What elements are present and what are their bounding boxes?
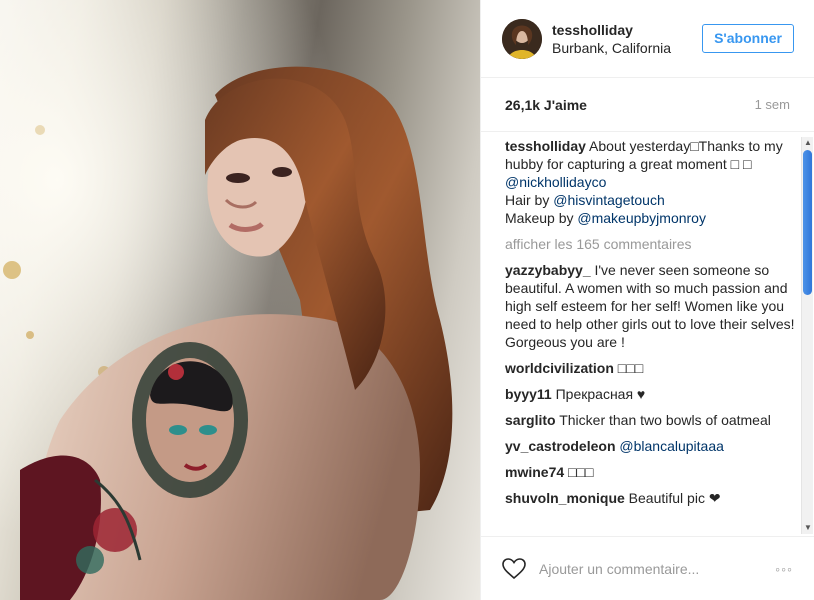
caption-makeup-label: Makeup by [505, 210, 578, 226]
comment-mention-link[interactable]: @blancalupitaaa [619, 438, 724, 454]
follow-button[interactable]: S'abonner [702, 24, 794, 53]
scroll-down-arrow-icon[interactable]: ▼ [803, 522, 813, 534]
comment-item: sarglito Thicker than two bowls of oatme… [505, 411, 795, 429]
instagram-post: tessholliday Burbank, California S'abonn… [0, 0, 814, 600]
post-header: tessholliday Burbank, California S'abonn… [481, 0, 814, 78]
comment-item: yazzybabyy_ I've never seen someone so b… [505, 261, 795, 351]
comment-author[interactable]: sarglito [505, 412, 556, 428]
caption-mention-link[interactable]: @makeupbyjmonroy [577, 210, 706, 226]
post-timestamp[interactable]: 1 sem [755, 97, 790, 112]
add-comment-input[interactable]: Ajouter un commentaire... [539, 561, 775, 577]
comment-item: mwine74 □□□ [505, 463, 795, 481]
more-options-icon[interactable]: ◦◦◦ [775, 561, 793, 577]
scroll-up-arrow-icon[interactable]: ▲ [803, 137, 813, 149]
comment-author[interactable]: shuvoln_monique [505, 490, 625, 506]
user-info: tessholliday Burbank, California [552, 21, 702, 57]
heart-icon[interactable] [501, 556, 527, 582]
scrollbar-thumb[interactable] [803, 150, 812, 295]
view-all-comments-link[interactable]: afficher les 165 commentaires [505, 235, 795, 253]
post-stats: 26,1k J'aime 1 sem [481, 78, 814, 132]
caption-mention-link[interactable]: @nickhollidayco [505, 174, 606, 190]
comment-author[interactable]: worldcivilization [505, 360, 614, 376]
avatar[interactable] [502, 18, 542, 59]
username[interactable]: tessholliday [552, 21, 702, 39]
comment-author[interactable]: byyy11 [505, 386, 552, 402]
comment-author[interactable]: yv_castrodeleon [505, 438, 616, 454]
comment-item: shuvoln_monique Beautiful pic ❤ [505, 489, 795, 507]
comment-item: worldcivilization □□□ [505, 359, 795, 377]
comment-author[interactable]: yazzybabyy_ [505, 262, 591, 278]
comment-text: □□□ [564, 464, 594, 480]
caption-author[interactable]: tessholliday [505, 138, 586, 154]
portrait-illustration [0, 0, 480, 600]
comment-item: byyy11 Прекрасная ♥ [505, 385, 795, 403]
comment-text: Thicker than two bowls of oatmeal [555, 412, 771, 428]
comments-scrollbar[interactable]: ▲ ▼ [801, 137, 813, 534]
caption: tessholliday About yesterday□Thanks to m… [505, 137, 795, 227]
location[interactable]: Burbank, California [552, 39, 682, 57]
comment-text: □□□ [613, 360, 644, 376]
comments-list[interactable]: tessholliday About yesterday□Thanks to m… [505, 137, 795, 533]
comment-text: Beautiful pic ❤ [624, 490, 721, 506]
comment-bar: Ajouter un commentaire... ◦◦◦ [481, 536, 814, 600]
post-photo[interactable] [0, 0, 480, 600]
post-side-panel: tessholliday Burbank, California S'abonn… [480, 0, 814, 600]
caption-mention-link[interactable]: @hisvintagetouch [553, 192, 665, 208]
avatar-image [502, 18, 542, 59]
likes-count[interactable]: 26,1k J'aime [505, 97, 587, 113]
comment-author[interactable]: mwine74 [505, 464, 564, 480]
caption-hair-label: Hair by [505, 192, 554, 208]
comment-text: Прекрасная ♥ [551, 386, 646, 402]
comment-item: yv_castrodeleon @blancalupitaaa [505, 437, 795, 455]
